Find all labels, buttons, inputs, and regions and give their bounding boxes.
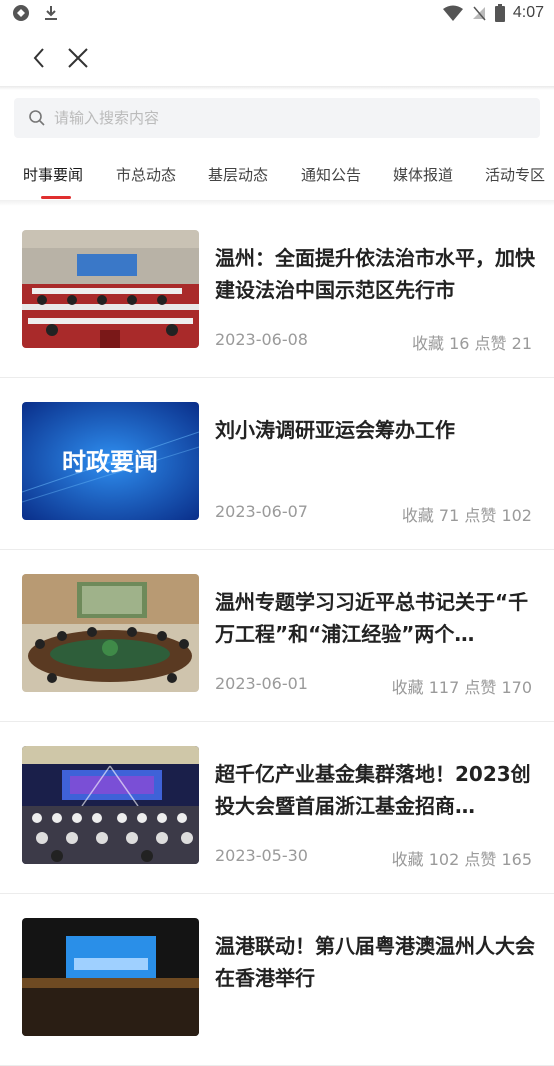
article-item[interactable]: 超千亿产业基金集群落地！2023创投大会暨首届浙江基金招商… 2023-05-3… <box>0 722 554 894</box>
article-title: 温州专题学习习近平总书记关于“千万工程”和“浦江经验”两个… <box>215 590 529 646</box>
article-item[interactable]: 温港联动！第八届粤港澳温州人大会在香港举行 <box>0 894 554 1066</box>
article-stats: 收藏 71 点赞 102 <box>401 506 532 525</box>
article-stats: 收藏 102 点赞 165 <box>391 850 532 869</box>
tab-current-affairs[interactable]: 时事要闻 <box>23 164 83 185</box>
article-stats: 收藏 16 点赞 21 <box>412 334 532 353</box>
article-title: 温州：全面提升依法治市水平，加快建设法治中国示范区先行市 <box>215 246 535 302</box>
tab-media-reports[interactable]: 媒体报道 <box>393 164 453 185</box>
no-signal-icon <box>472 6 486 21</box>
status-bar: 4:07 <box>0 0 554 30</box>
article-date: 2023-05-30 <box>215 846 308 865</box>
article-title: 刘小涛调研亚运会筹办工作 <box>215 418 455 442</box>
tab-announcements[interactable]: 通知公告 <box>301 164 361 185</box>
article-date: 2023-06-08 <box>215 330 308 349</box>
article-thumbnail <box>22 746 199 864</box>
back-button[interactable] <box>26 44 54 72</box>
active-tab-indicator <box>41 196 71 199</box>
battery-icon <box>494 4 505 22</box>
download-icon <box>45 6 57 20</box>
close-button[interactable] <box>64 44 92 72</box>
article-item[interactable]: 温州专题学习习近平总书记关于“千万工程”和“浦江经验”两个… 2023-06-0… <box>0 550 554 722</box>
tab-union-news[interactable]: 市总动态 <box>116 164 176 185</box>
article-thumbnail <box>22 918 199 1036</box>
tab-activities[interactable]: 活动专区 <box>485 164 545 185</box>
article-item[interactable]: 温州：全面提升依法治市水平，加快建设法治中国示范区先行市 2023-06-08 … <box>0 206 554 378</box>
article-item[interactable]: 时政要闻 刘小涛调研亚运会筹办工作 2023-06-07 收藏 71 点赞 10… <box>0 378 554 550</box>
article-date: 2023-06-07 <box>215 502 308 521</box>
article-thumbnail: 时政要闻 <box>22 402 199 520</box>
close-icon <box>68 48 88 68</box>
search-bar[interactable] <box>14 98 540 138</box>
search-icon <box>29 110 45 126</box>
wifi-icon <box>442 5 463 21</box>
navbar-divider <box>0 86 554 90</box>
chevron-left-icon <box>33 48 44 68</box>
search-input[interactable] <box>52 108 526 128</box>
article-stats: 收藏 117 点赞 170 <box>391 678 532 697</box>
article-title: 温港联动！第八届粤港澳温州人大会在香港举行 <box>215 934 535 990</box>
category-tabs: 时事要闻 市总动态 基层动态 通知公告 媒体报道 活动专区 <box>0 150 554 198</box>
article-date: 2023-06-01 <box>215 674 308 693</box>
article-list: 温州：全面提升依法治市水平，加快建设法治中国示范区先行市 2023-06-08 … <box>0 206 554 1066</box>
article-thumbnail <box>22 230 199 348</box>
article-thumbnail <box>22 574 199 692</box>
sync-icon <box>13 5 29 21</box>
clock: 4:07 <box>512 4 544 21</box>
top-navbar <box>0 30 554 86</box>
tab-grassroots-news[interactable]: 基层动态 <box>208 164 268 185</box>
thumbnail-caption: 时政要闻 <box>62 447 158 476</box>
article-title: 超千亿产业基金集群落地！2023创投大会暨首届浙江基金招商… <box>215 762 531 818</box>
